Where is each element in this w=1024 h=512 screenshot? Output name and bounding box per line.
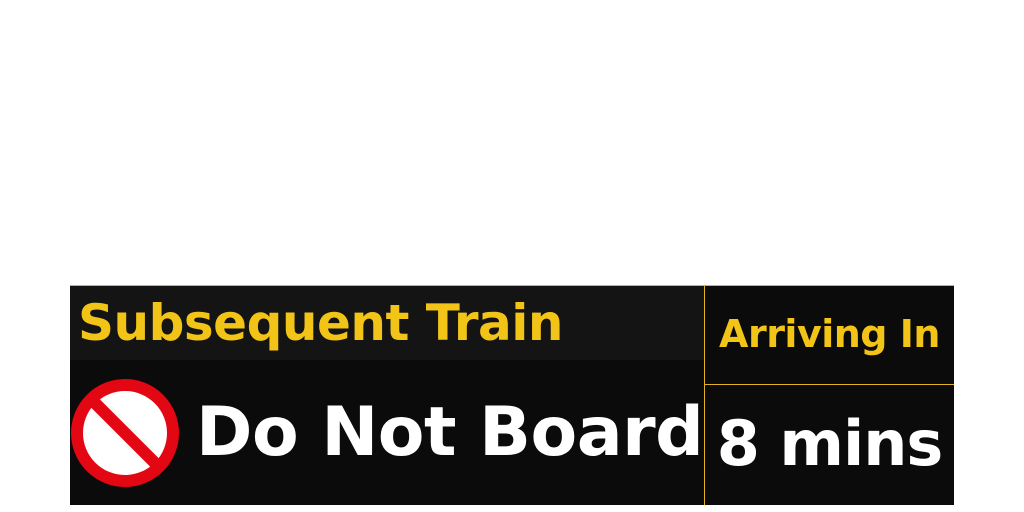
- arriving-label: Arriving In: [705, 286, 954, 385]
- train-title: Subsequent Train: [78, 294, 564, 352]
- boarding-status: Do Not Board: [70, 360, 704, 505]
- title-strip: Subsequent Train: [70, 286, 704, 360]
- arrival-panel: Arriving In 8 mins: [704, 286, 954, 505]
- arrival-time: 8 mins: [716, 407, 944, 480]
- status-text: Do Not Board: [196, 393, 704, 472]
- no-entry-icon: [71, 379, 179, 487]
- train-info-board: Subsequent Train Do Not Board Arriving I…: [70, 285, 954, 505]
- train-details-panel: Subsequent Train Do Not Board: [70, 286, 704, 505]
